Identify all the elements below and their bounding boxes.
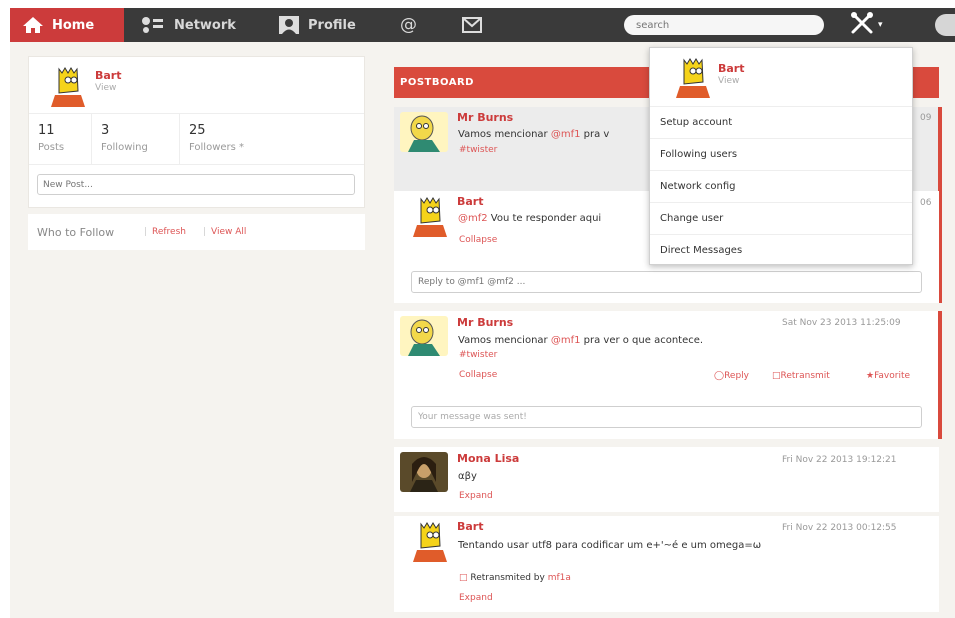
- nav-messages[interactable]: [450, 8, 494, 42]
- menu-item-change-user[interactable]: Change user: [650, 202, 912, 234]
- user-link[interactable]: mf1a: [548, 573, 571, 583]
- mention-link[interactable]: @mf1: [551, 129, 581, 140]
- stat-followers-count: 25: [189, 123, 206, 138]
- post-time: Fri Nov 22 2013 19:12:21: [782, 455, 897, 465]
- bart-avatar[interactable]: [407, 195, 451, 237]
- caret-down-icon: ▾: [878, 20, 883, 30]
- nav-network[interactable]: Network: [128, 8, 248, 42]
- retransmit-icon: □: [459, 573, 471, 583]
- user-avatar-partial[interactable]: [935, 14, 955, 36]
- home-icon: [22, 16, 44, 34]
- status-message: Your message was sent!: [411, 406, 922, 428]
- profile-icon: [278, 15, 300, 35]
- at-icon: @: [400, 15, 417, 35]
- mention-link[interactable]: @mf2: [458, 213, 488, 224]
- favorite-button[interactable]: ★Favorite: [866, 371, 910, 381]
- menu-item-direct-messages[interactable]: Direct Messages: [650, 234, 912, 266]
- nav-profile[interactable]: Profile: [266, 8, 368, 42]
- who-to-follow-card: Who to Follow | Refresh | View All: [28, 214, 365, 250]
- post-author[interactable]: Mona Lisa: [457, 452, 519, 465]
- profile-view-link[interactable]: View: [95, 83, 116, 93]
- mona-lisa-avatar[interactable]: [400, 452, 448, 492]
- refresh-link[interactable]: Refresh: [152, 227, 186, 237]
- profile-name[interactable]: Bart: [95, 69, 122, 82]
- collapse-link[interactable]: Collapse: [459, 370, 497, 380]
- new-post-input[interactable]: [37, 174, 355, 195]
- post-text: Tentando usar utf8 para codificar um e+'…: [458, 540, 762, 551]
- menu-item-network-config[interactable]: Network config: [650, 170, 912, 202]
- stat-following-count: 3: [101, 123, 110, 138]
- separator: |: [203, 227, 207, 237]
- reply-button[interactable]: ◯Reply: [714, 371, 749, 381]
- post-author[interactable]: Mr Burns: [457, 111, 513, 124]
- stat-following-label: Following: [101, 142, 148, 153]
- bart-avatar[interactable]: [407, 520, 451, 562]
- profile-card: Bart View 11 Posts 3 Following 25 Follow…: [28, 56, 365, 208]
- expand-link[interactable]: Expand: [459, 593, 493, 603]
- post-time: 06: [920, 198, 932, 208]
- menu-item-following-users[interactable]: Following users: [650, 138, 912, 170]
- stat-posts-count: 11: [38, 123, 55, 138]
- menu-item-setup-account[interactable]: Setup account: [650, 106, 912, 138]
- who-to-follow-title: Who to Follow: [37, 226, 115, 239]
- nav-network-label: Network: [174, 17, 236, 33]
- nav-profile-label: Profile: [308, 17, 356, 33]
- separator: |: [144, 227, 148, 237]
- post-time: 09: [920, 113, 932, 123]
- dropdown-user-name[interactable]: Bart: [718, 62, 745, 75]
- post-author[interactable]: Bart: [457, 520, 484, 533]
- expand-link[interactable]: Expand: [459, 491, 493, 501]
- dropdown-view-link[interactable]: View: [718, 76, 739, 86]
- nav-home[interactable]: Home: [10, 8, 124, 42]
- network-icon: [140, 16, 166, 34]
- stat-following[interactable]: 3 Following: [92, 114, 180, 164]
- retransmit-button[interactable]: □Retransmit: [772, 371, 830, 381]
- stat-followers-label: Followers *: [189, 142, 245, 153]
- search-input[interactable]: [624, 15, 824, 35]
- top-navbar: Home Network Profile @ ▾: [10, 8, 955, 42]
- view-all-link[interactable]: View All: [211, 227, 246, 237]
- hashtag-link[interactable]: #twister: [459, 350, 497, 360]
- nav-mentions[interactable]: @: [388, 8, 429, 42]
- bart-avatar[interactable]: [45, 65, 89, 107]
- tools-menu-button[interactable]: ▾: [850, 8, 883, 42]
- stat-posts[interactable]: 11 Posts: [29, 114, 92, 164]
- app-window: Home Network Profile @ ▾: [0, 0, 955, 618]
- envelope-icon: [462, 17, 482, 33]
- mr-burns-avatar[interactable]: [400, 316, 448, 356]
- post-text: Vamos mencionar @mf1 pra ver o que acont…: [458, 335, 704, 346]
- post-text: αβy: [458, 471, 477, 482]
- collapse-link[interactable]: Collapse: [459, 235, 497, 245]
- dropdown-user-header[interactable]: Bart View: [650, 48, 912, 108]
- reply-icon: ◯: [714, 371, 725, 381]
- retransmitted-by: □ Retransmited by mf1a: [459, 573, 571, 583]
- post-author[interactable]: Bart: [457, 195, 484, 208]
- post-time: Sat Nov 23 2013 11:25:09: [782, 318, 901, 328]
- mention-link[interactable]: @mf1: [551, 335, 581, 346]
- stat-followers[interactable]: 25 Followers *: [180, 114, 364, 164]
- post-time: Fri Nov 22 2013 00:12:55: [782, 523, 897, 533]
- retransmit-icon: □: [772, 371, 781, 381]
- bart-avatar[interactable]: [670, 56, 714, 98]
- nav-home-label: Home: [52, 17, 95, 33]
- thread-indicator: [938, 311, 942, 439]
- stat-posts-label: Posts: [38, 142, 65, 153]
- profile-stats: 11 Posts 3 Following 25 Followers *: [29, 113, 364, 165]
- mr-burns-avatar[interactable]: [400, 112, 448, 152]
- tools-dropdown-menu: Bart View Setup account Following users …: [649, 47, 913, 265]
- post-author[interactable]: Mr Burns: [457, 316, 513, 329]
- hashtag-link[interactable]: #twister: [459, 145, 497, 155]
- reply-input[interactable]: [411, 271, 922, 293]
- tools-icon: [850, 11, 874, 39]
